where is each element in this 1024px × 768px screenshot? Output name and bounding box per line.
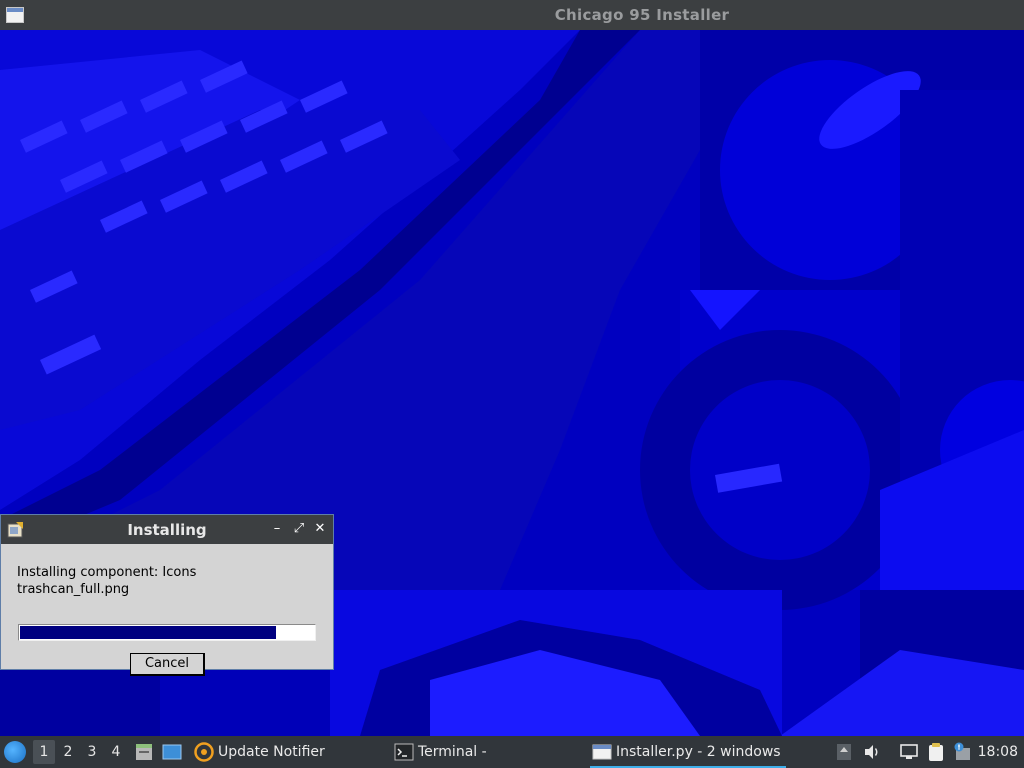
task-terminal[interactable]: Terminal - (392, 736, 487, 768)
volume-icon[interactable] (862, 742, 882, 762)
task-label: Installer.py - 2 windows (616, 744, 781, 760)
cancel-button[interactable]: Cancel (130, 653, 205, 676)
progress-fill (20, 626, 276, 639)
task-label: Terminal - (418, 744, 487, 760)
clock: 18:08 (977, 744, 1018, 760)
notification-icon[interactable] (952, 742, 972, 762)
cancel-button-label: Cancel (144, 656, 190, 671)
workspace-4[interactable]: 4 (105, 740, 127, 764)
dialog-body: Installing component: Icons trashcan_ful… (1, 544, 333, 676)
maximize-button[interactable]: ⤢ (290, 520, 308, 538)
workspace-2[interactable]: 2 (57, 740, 79, 764)
install-file-text: trashcan_full.png (17, 582, 130, 597)
task-label: Update Notifier (218, 744, 325, 760)
task-installer[interactable]: Installer.py - 2 windows (590, 736, 786, 768)
install-progress-bar (18, 624, 316, 641)
dialog-titlebar[interactable]: Installing – ⤢ ✕ (1, 515, 333, 544)
taskbar: 1 2 3 4 Update Notifier Terminal - Insta… (0, 736, 1024, 768)
install-status-text: Installing component: Icons (17, 565, 197, 580)
network-icon[interactable] (899, 742, 919, 762)
application-menu-icon[interactable] (4, 741, 26, 763)
tray-expander-icon[interactable] (834, 742, 854, 762)
task-update-notifier[interactable]: Update Notifier (192, 736, 325, 768)
minimize-button[interactable]: – (268, 520, 286, 538)
workspace-1[interactable]: 1 (33, 740, 55, 764)
show-desktop-icon[interactable] (162, 742, 182, 762)
installing-dialog: Installing – ⤢ ✕ Installing component: I… (0, 514, 334, 676)
file-manager-icon[interactable] (134, 742, 154, 762)
window-icon (592, 744, 612, 760)
update-notifier-icon (194, 742, 214, 762)
close-button[interactable]: ✕ (311, 520, 329, 538)
terminal-icon (394, 743, 414, 761)
window-title: Chicago 95 Installer (554, 6, 730, 24)
clipboard-icon[interactable] (926, 742, 946, 762)
window-titlebar[interactable]: Chicago 95 Installer (0, 0, 1024, 30)
workspace-3[interactable]: 3 (81, 740, 103, 764)
